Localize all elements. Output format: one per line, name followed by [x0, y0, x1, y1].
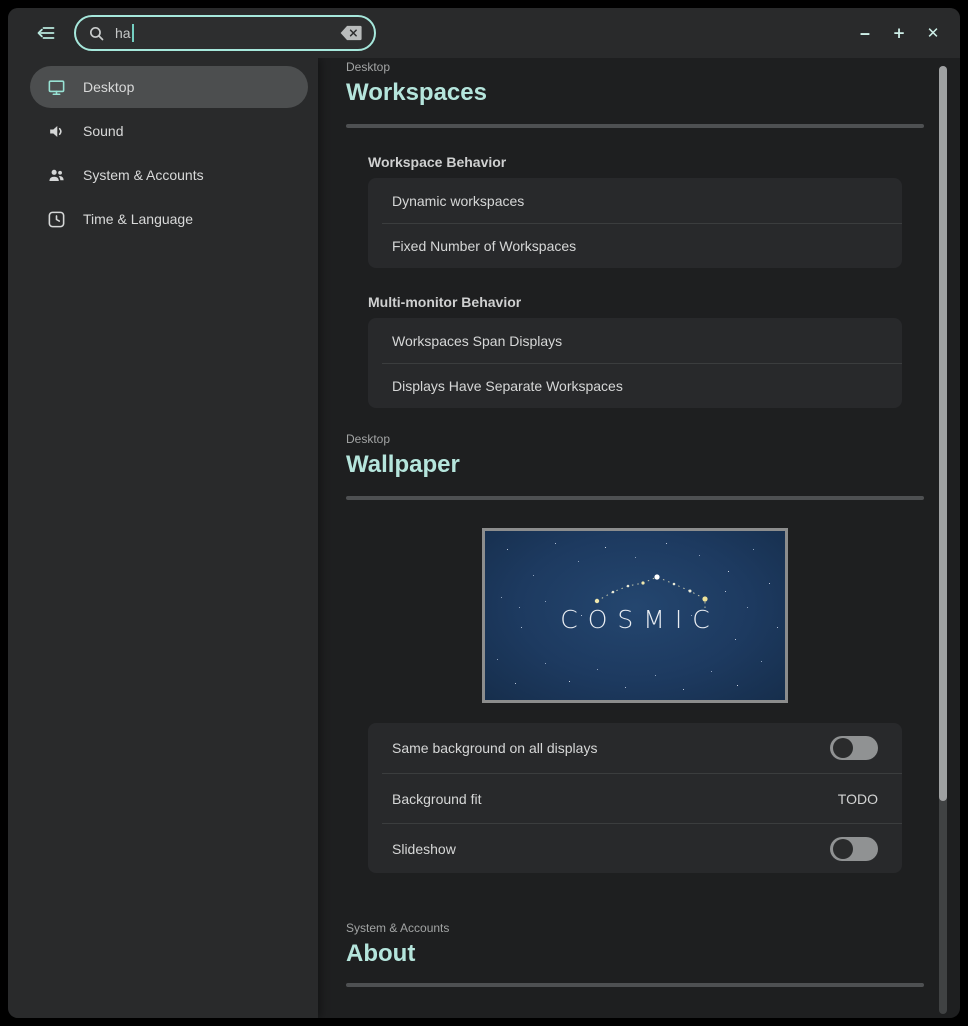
workspace-behavior-card: Dynamic workspaces Fixed Number of Works… [368, 178, 902, 268]
slideshow-toggle[interactable] [830, 837, 878, 861]
section-category: Desktop [346, 58, 924, 74]
multimonitor-behavior-card: Workspaces Span Displays Displays Have S… [368, 318, 902, 408]
desktop-icon [46, 77, 66, 97]
scrollbar-thumb[interactable] [939, 66, 947, 801]
sidebar-item-desktop[interactable]: Desktop [30, 66, 308, 108]
sidebar-item-time-language[interactable]: Time & Language [30, 198, 308, 240]
section-title-about: About [346, 939, 924, 969]
group-label-multimonitor-behavior: Multi-monitor Behavior [368, 294, 924, 310]
setting-label: Slideshow [392, 841, 456, 857]
sidebar-collapse-button[interactable] [34, 21, 58, 45]
setting-row-slideshow: Slideshow [382, 823, 902, 873]
sidebar-nav: Desktop Sound System & Accounts [8, 58, 318, 1018]
sidebar-item-system-accounts[interactable]: System & Accounts [30, 154, 308, 196]
option-row-separate-workspaces[interactable]: Displays Have Separate Workspaces [382, 363, 902, 408]
clear-search-icon[interactable] [340, 25, 362, 41]
setting-label: Background fit [392, 791, 482, 807]
text-caret [132, 24, 134, 42]
toggle-knob [833, 738, 853, 758]
maximize-button[interactable]: + [888, 22, 910, 44]
users-icon [46, 165, 66, 185]
section-category: Desktop [346, 430, 924, 446]
sidebar-item-sound[interactable]: Sound [30, 110, 308, 152]
setting-label: Same background on all displays [392, 740, 597, 756]
window-controls: ‒ + ✕ [854, 22, 944, 44]
option-row-fixed-workspaces[interactable]: Fixed Number of Workspaces [382, 223, 902, 268]
scrollbar-track[interactable] [939, 66, 947, 1014]
option-label: Dynamic workspaces [392, 193, 524, 209]
close-button[interactable]: ✕ [922, 22, 944, 44]
group-label-workspace-behavior: Workspace Behavior [368, 154, 924, 170]
section-divider [346, 124, 924, 128]
option-label: Workspaces Span Displays [392, 333, 562, 349]
option-label: Displays Have Separate Workspaces [392, 378, 623, 394]
setting-row-same-background: Same background on all displays [368, 723, 902, 773]
wallpaper-options-card: Same background on all displays Backgrou… [368, 723, 902, 873]
clock-icon [46, 209, 66, 229]
section-title-wallpaper: Wallpaper [346, 450, 924, 480]
option-row-dynamic-workspaces[interactable]: Dynamic workspaces [368, 178, 902, 223]
section-title-workspaces: Workspaces [346, 78, 924, 108]
sidebar-item-label: System & Accounts [83, 167, 204, 183]
sidebar-item-label: Sound [83, 123, 123, 139]
section-divider [346, 496, 924, 500]
sidebar-item-label: Time & Language [83, 211, 193, 227]
search-input[interactable]: ha [74, 15, 376, 51]
wallpaper-preview[interactable]: COSMIC [482, 528, 788, 703]
sound-icon [46, 121, 66, 141]
option-row-span-displays[interactable]: Workspaces Span Displays [368, 318, 902, 363]
header-bar: ha ‒ + ✕ [8, 8, 960, 58]
wallpaper-title-text: COSMIC [485, 605, 785, 634]
setting-row-background-fit[interactable]: Background fit TODO [382, 773, 902, 823]
same-background-toggle[interactable] [830, 736, 878, 760]
toggle-knob [833, 839, 853, 859]
section-category: System & Accounts [346, 919, 924, 935]
section-divider [346, 983, 924, 987]
option-label: Fixed Number of Workspaces [392, 238, 576, 254]
minimize-button[interactable]: ‒ [854, 22, 876, 44]
settings-scroll-area: Desktop Workspaces Workspace Behavior Dy… [318, 58, 960, 1018]
search-icon [88, 25, 105, 42]
search-value: ha [115, 25, 131, 41]
sidebar-collapse-icon [36, 23, 56, 43]
settings-window: ha ‒ + ✕ Desktop [8, 8, 960, 1018]
sidebar-item-label: Desktop [83, 79, 134, 95]
background-fit-value: TODO [838, 791, 878, 807]
